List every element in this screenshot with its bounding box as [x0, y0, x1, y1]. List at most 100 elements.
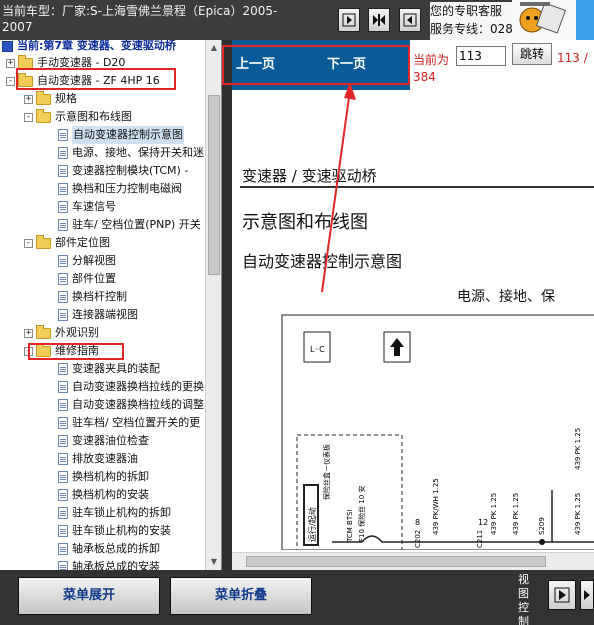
document-icon	[58, 525, 68, 537]
tree-page[interactable]: 变速器油位检查	[56, 432, 149, 450]
annotation-arrow-line	[321, 89, 351, 293]
expand-plus-icon[interactable]: +	[6, 58, 15, 68]
scroll-down-icon[interactable]: ▼	[208, 556, 220, 568]
document-icon	[58, 291, 68, 303]
jump-button[interactable]: 跳转	[512, 43, 552, 65]
document-icon	[58, 183, 68, 195]
vehicle-line-1: 当前车型：厂家:S-上海雪佛兰景程（Epica）2005-	[2, 4, 278, 18]
wire-label-3: 439 PK 1.25	[512, 493, 520, 535]
document-icon	[58, 381, 68, 393]
highlight-box-auto-transmission	[16, 68, 176, 90]
tree-page[interactable]: 轴承板总成的拆卸	[56, 540, 160, 558]
prev-section-button[interactable]	[399, 8, 421, 32]
collapse-menu-button[interactable]: 菜单折叠	[170, 577, 312, 615]
page-jump-box: 当前为 跳转 113 / 384	[410, 40, 594, 90]
tree-chapter-header[interactable]: 当前:第7章 变速器、变速驱动桥	[2, 40, 176, 55]
document-icon	[58, 489, 68, 501]
document-icon	[58, 435, 68, 447]
page-number-input[interactable]	[456, 46, 506, 66]
vehicle-line-2: 2007	[2, 20, 33, 34]
folder-icon	[36, 90, 51, 105]
wire-label-1: 439 PK/WH 1.25	[432, 478, 440, 535]
tree-page[interactable]: 自动变速器换档拉线的调整	[56, 396, 204, 414]
document-icon	[58, 147, 68, 159]
view-next-button[interactable]	[548, 580, 576, 610]
tree-page[interactable]: 换档和压力控制电磁阀	[56, 180, 182, 198]
tree-page[interactable]: 排放变速器油	[56, 450, 138, 468]
wire-label-2: 439 PK 1.25	[490, 493, 498, 535]
document-icon	[58, 363, 68, 375]
scroll-thumb[interactable]	[246, 556, 546, 567]
document-icon	[58, 543, 68, 555]
tree-page[interactable]: 换档机构的拆卸	[56, 468, 149, 486]
annotation-arrow	[321, 82, 356, 293]
tree-page[interactable]: 自动变速器换档拉线的更换	[56, 378, 204, 396]
document-icon	[58, 453, 68, 465]
tree-folder[interactable]: - 部件定位图	[24, 234, 110, 252]
circuit-title: 电源、接地、保	[457, 289, 555, 305]
page-total-part1: 113 /	[557, 51, 588, 65]
tree-page[interactable]: 车速信号	[56, 198, 116, 216]
tcm-label: TCM BTSI	[346, 509, 354, 543]
tree-folder[interactable]: + 外观识别	[24, 324, 99, 342]
service-line-1: 您的专职客服	[430, 4, 503, 18]
document-icon	[58, 507, 68, 519]
tree-page[interactable]: 驻车/ 空档位置(PNP) 开关	[56, 216, 201, 234]
fit-width-button[interactable]	[368, 8, 390, 32]
next-section-button[interactable]	[338, 8, 360, 32]
expand-plus-icon[interactable]: +	[24, 94, 33, 104]
tree-page[interactable]: 轴承板总成的安装	[56, 558, 160, 570]
wire-label-4: 439 PK 1.25	[574, 493, 582, 535]
tree-vertical-scrollbar[interactable]: ▲ ▼	[205, 40, 221, 570]
top-bar: 当前车型：厂家:S-上海雪佛兰景程（Epica）2005- 2007 您的专职客…	[0, 0, 594, 40]
document-horizontal-scrollbar[interactable]	[232, 552, 594, 570]
tree-page[interactable]: 部件位置	[56, 270, 116, 288]
run-start-label: 运行/起动	[307, 507, 317, 542]
wiring-diagram: L◦C 运行/起动 保险丝盒－仪表板 TCM BTSI F10 保险丝 10 安…	[281, 314, 594, 550]
tree-folder[interactable]: - 示意图和布线图	[24, 108, 132, 126]
tree-page[interactable]: 电源、接地、保持开关和迷	[56, 144, 204, 162]
tree-page[interactable]: 换档机构的安装	[56, 486, 149, 504]
tree-page[interactable]: 驻车锁止机构的拆卸	[56, 504, 171, 522]
arrow-left-icon	[403, 13, 417, 27]
pin-12: 12	[478, 518, 488, 527]
document-icon	[58, 255, 68, 267]
folder-icon	[36, 234, 51, 249]
tree-page[interactable]: 连接器端视图	[56, 306, 138, 324]
tree-page[interactable]: 分解视图	[56, 252, 116, 270]
mascot-logo	[512, 0, 594, 40]
book-icon	[2, 40, 13, 52]
arrow-right-icon	[554, 587, 570, 603]
document-icon	[58, 219, 68, 231]
tree-folder[interactable]: + 规格	[24, 90, 77, 108]
tree-page[interactable]: 变速器夹具的装配	[56, 360, 160, 378]
c211-label: C211	[476, 530, 484, 548]
document-icon	[58, 129, 68, 141]
expand-menu-button[interactable]: 菜单展开	[18, 577, 160, 615]
locator-glyph: L◦C	[310, 345, 325, 354]
scroll-up-icon[interactable]: ▲	[208, 42, 220, 54]
collapse-minus-icon[interactable]: -	[24, 112, 33, 122]
tree-page[interactable]: 自动变速器控制示意图	[56, 126, 184, 144]
collapse-minus-icon[interactable]: -	[6, 76, 15, 86]
mascot-icon	[519, 0, 594, 40]
fuse-box-label: 保险丝盒－仪表板	[322, 444, 331, 500]
tree-page[interactable]: 驻车档/ 空档位置开关的更	[56, 414, 200, 432]
expand-plus-icon[interactable]: +	[24, 328, 33, 338]
folder-icon	[36, 324, 51, 339]
scroll-thumb[interactable]	[208, 95, 220, 275]
bottom-toolbar: 菜单展开 菜单折叠 视图控制	[0, 570, 594, 625]
collapse-minus-icon[interactable]: -	[24, 238, 33, 248]
tree-page[interactable]: 驻车锁止机构的安装	[56, 522, 171, 540]
highlight-box-repair-guide	[28, 343, 124, 360]
fuse-f10-label: F10 保险丝 10 安	[357, 485, 366, 542]
s209-label: S209	[538, 517, 546, 535]
expand-arrows-icon	[373, 14, 385, 26]
service-line-2: 服务专线：028	[430, 22, 512, 36]
view-more-button[interactable]	[580, 580, 594, 610]
tree-page[interactable]: 换档杆控制	[56, 288, 127, 306]
document-icon	[58, 399, 68, 411]
expand-arrows-icon	[584, 590, 590, 600]
tree-page[interactable]: 变速器控制模块(TCM) -	[56, 162, 188, 180]
document-icon	[58, 471, 68, 483]
